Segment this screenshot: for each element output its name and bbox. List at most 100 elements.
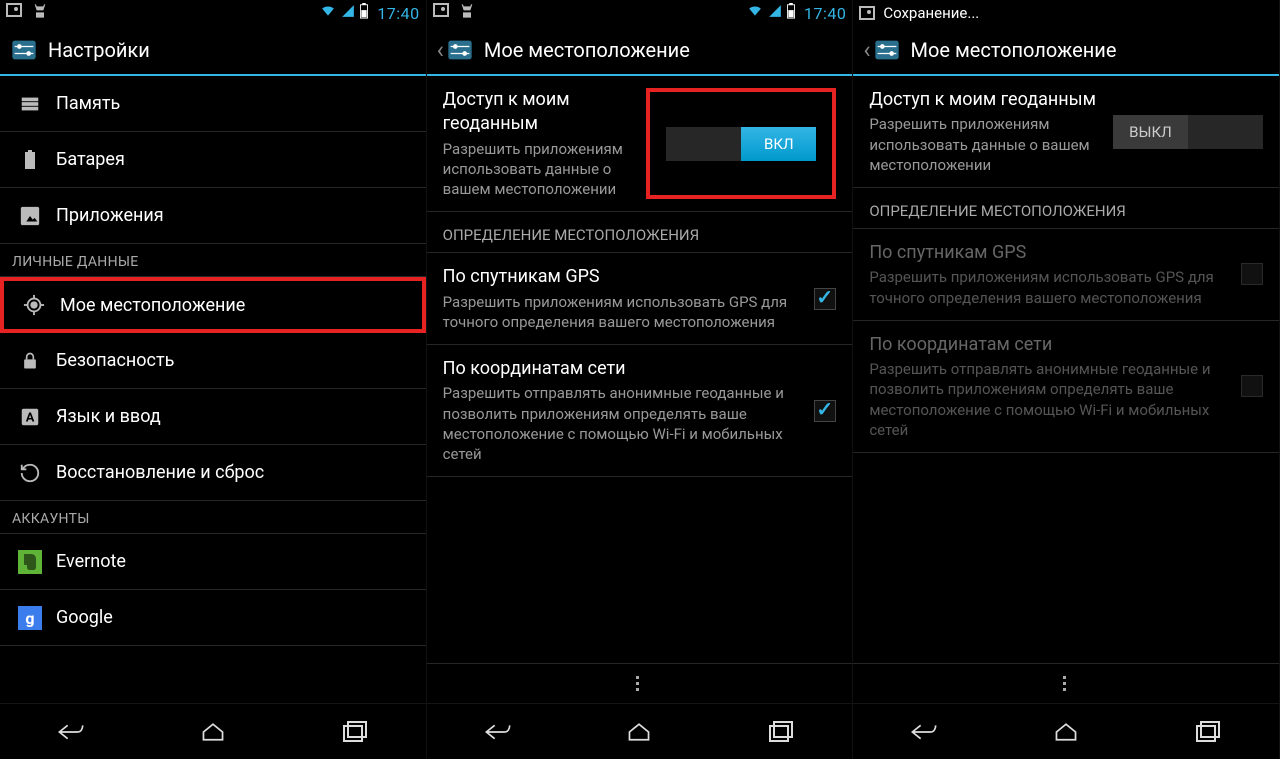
item-label: Язык и ввод [46, 406, 161, 427]
screen-settings: 17:40 Настройки Память Батарея Приложени… [0, 0, 427, 759]
gps-row[interactable]: По спутникам GPS Разрешить приложениям и… [427, 253, 853, 345]
item-restore[interactable]: Восстановление и сброс [0, 445, 426, 501]
header-title: Мое местоположение [484, 38, 690, 62]
nav-home[interactable] [1036, 714, 1096, 750]
nav-recent[interactable] [1178, 714, 1238, 750]
network-row[interactable]: По координатам сети Разрешить отправлять… [427, 345, 853, 477]
gallery-icon [859, 6, 875, 20]
location-content: Доступ к моим геоданным Разрешить прилож… [853, 76, 1279, 663]
network-row: По координатам сети Разрешить отправлять… [853, 321, 1279, 453]
nav-home[interactable] [609, 714, 669, 750]
clock: 17:40 [377, 4, 419, 23]
item-location[interactable]: Мое местоположение [0, 277, 426, 333]
gps-checkbox[interactable] [814, 288, 836, 310]
settings-icon [873, 36, 901, 64]
nav-recent[interactable] [325, 714, 385, 750]
item-label: Безопасность [46, 350, 174, 371]
toggle-off-label: ВЫКЛ [1113, 115, 1188, 149]
google-icon: g [14, 606, 46, 630]
apps-icon [14, 205, 46, 227]
status-bar: 17:40 [427, 0, 853, 26]
item-google[interactable]: g Google [0, 590, 426, 646]
battery-icon [786, 3, 796, 23]
nav-back[interactable] [41, 714, 101, 750]
clock: 17:40 [804, 4, 846, 23]
gps-sub: Разрешить приложениям использовать GPS д… [443, 292, 795, 333]
item-security[interactable]: Безопасность [0, 333, 426, 389]
nav-home[interactable] [183, 714, 243, 750]
menu-dots[interactable] [427, 663, 853, 703]
access-sub: Разрешить приложениям использовать данны… [443, 139, 637, 200]
location-content: Доступ к моим геоданным Разрешить прилож… [427, 76, 853, 663]
lock-icon [14, 350, 46, 372]
section-personal: ЛИЧНЫЕ ДАННЫЕ [0, 244, 426, 277]
access-toggle[interactable]: ВЫКЛ [1113, 115, 1263, 149]
access-sub: Разрешить приложениям использовать данны… [869, 114, 1103, 175]
net-title: По координатам сети [443, 357, 795, 381]
signal-icon [768, 4, 782, 22]
back-icon[interactable]: ‹ [437, 36, 444, 64]
screen-location-on: 17:40 ‹ Мое местоположение Доступ к моим… [427, 0, 854, 759]
toggle-off-label [666, 127, 741, 161]
toggle-on-label: ВКЛ [741, 127, 816, 161]
gallery-icon [433, 3, 449, 17]
nav-back[interactable] [894, 714, 954, 750]
gps-checkbox [1241, 263, 1263, 285]
item-label: Батарея [46, 149, 125, 170]
item-label: Мое местоположение [50, 295, 245, 316]
header-settings: Настройки [0, 26, 426, 76]
header-location[interactable]: ‹ Мое местоположение [427, 26, 853, 76]
item-partial[interactable] [0, 646, 426, 702]
nav-back[interactable] [468, 714, 528, 750]
location-icon [18, 294, 50, 316]
item-label: Приложения [46, 205, 164, 226]
net-checkbox [1241, 375, 1263, 397]
battery-icon [359, 3, 369, 23]
item-battery[interactable]: Батарея [0, 132, 426, 188]
header-title: Мое местоположение [911, 38, 1117, 62]
nav-recent[interactable] [751, 714, 811, 750]
signal-icon [341, 4, 355, 22]
toggle-on-label [1188, 115, 1263, 149]
nav-bar [427, 703, 853, 759]
net-sub: Разрешить отправлять анонимные геоданные… [869, 359, 1221, 440]
nav-bar [0, 703, 426, 759]
back-icon[interactable]: ‹ [863, 36, 870, 64]
item-apps[interactable]: Приложения [0, 188, 426, 244]
gps-row: По спутникам GPS Разрешить приложениям и… [853, 229, 1279, 321]
settings-icon [10, 36, 38, 64]
nav-bar [853, 703, 1279, 759]
menu-dots[interactable] [853, 663, 1279, 703]
sources-header: ОПРЕДЕЛЕНИЕ МЕСТОПОЛОЖЕНИЯ [427, 212, 853, 253]
shopping-icon [32, 3, 48, 23]
status-bar: Сохранение... [853, 0, 1279, 26]
item-label: Google [46, 607, 113, 628]
svg-text:A: A [26, 410, 35, 425]
net-sub: Разрешить отправлять анонимные геоданные… [443, 383, 795, 464]
saving-label: Сохранение... [883, 4, 979, 22]
access-title: Доступ к моим геоданным [443, 88, 637, 137]
evernote-icon [14, 550, 46, 574]
section-accounts: АККАУНТЫ [0, 501, 426, 534]
wifi-icon [319, 4, 337, 22]
item-memory[interactable]: Память [0, 76, 426, 132]
item-label: Восстановление и сброс [46, 462, 264, 483]
access-geodata-row[interactable]: Доступ к моим геоданным Разрешить прилож… [853, 76, 1279, 188]
svg-text:g: g [25, 609, 34, 628]
access-title: Доступ к моим геоданным [869, 88, 1103, 112]
wifi-icon [746, 4, 764, 22]
item-label: Память [46, 93, 120, 114]
gps-title: По спутникам GPS [443, 265, 795, 289]
net-checkbox[interactable] [814, 400, 836, 422]
item-language[interactable]: A Язык и ввод [0, 389, 426, 445]
lang-icon: A [14, 406, 46, 428]
memory-icon [14, 93, 46, 115]
item-evernote[interactable]: Evernote [0, 534, 426, 590]
screen-location-off: Сохранение... ‹ Мое местоположение Досту… [853, 0, 1280, 759]
restore-icon [14, 462, 46, 484]
header-location[interactable]: ‹ Мое местоположение [853, 26, 1279, 76]
net-title: По координатам сети [869, 333, 1221, 357]
access-toggle[interactable]: ВКЛ [666, 127, 816, 161]
access-geodata-row[interactable]: Доступ к моим геоданным Разрешить прилож… [427, 76, 853, 212]
gallery-icon [6, 3, 22, 17]
